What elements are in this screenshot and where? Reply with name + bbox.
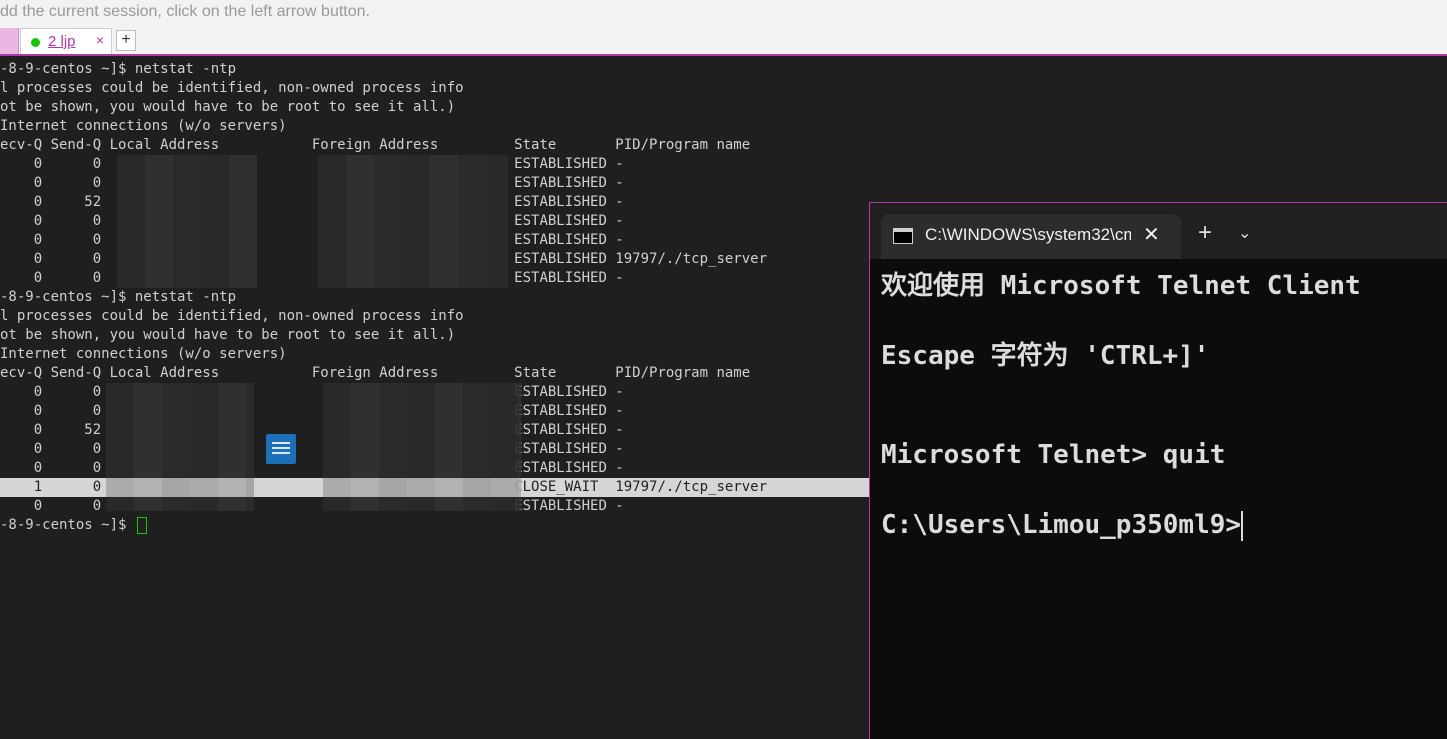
tab-bar: 2 ljp × + (0, 28, 1447, 56)
terminal-line: 0 0 ESTABLISHED - (0, 441, 624, 457)
redacted-foreign-address (323, 478, 521, 497)
terminal-line: 0 0 ESTABLISHED - (0, 232, 624, 248)
previous-tab-stub[interactable] (0, 28, 19, 54)
redacted-local-address (106, 497, 254, 511)
terminal-line: 0 52 ESTABLISHED - (0, 422, 624, 438)
session-hint-text: dd the current session, click on the lef… (0, 0, 1447, 28)
close-icon[interactable]: ✕ (1143, 222, 1160, 247)
terminal-line: 0 0 ESTABLISHED - (0, 403, 624, 419)
redacted-local-address (106, 478, 254, 497)
terminal-line: ot be shown, you would have to be root t… (0, 327, 456, 343)
terminal-line: ot be shown, you would have to be root t… (0, 99, 456, 115)
cmd-window[interactable]: C:\WINDOWS\system32\cmd.exe ✕ + ⌄ 欢迎使用 M… (869, 202, 1447, 739)
cmd-tab-bar: C:\WINDOWS\system32\cmd.exe ✕ + ⌄ (870, 203, 1447, 259)
terminal-cursor (136, 516, 147, 534)
redacted-foreign-address (323, 383, 521, 478)
terminal-prompt[interactable]: -8-9-centos ~]$ (0, 516, 147, 535)
terminal-line: -8-9-centos ~]$ netstat -ntp (0, 61, 237, 77)
console-line: 欢迎使用 Microsoft Telnet Client (881, 271, 1361, 301)
console-line: Escape 字符为 'CTRL+]' (881, 341, 1210, 371)
new-tab-icon[interactable]: + (1198, 219, 1212, 247)
console-line: Microsoft Telnet> quit (881, 440, 1226, 470)
terminal-line: 0 0 ESTABLISHED - (0, 175, 624, 191)
terminal-line: l processes could be identified, non-own… (0, 80, 464, 96)
terminal-line: -8-9-centos ~]$ netstat -ntp (0, 289, 237, 305)
notepad-icon[interactable] (266, 434, 296, 464)
cmd-tab-title: C:\WINDOWS\system32\cmd.exe (925, 225, 1131, 244)
terminal-line: 0 52 ESTABLISHED - (0, 194, 624, 210)
tab-label: 2 ljp (48, 33, 76, 50)
terminal-line: Internet connections (w/o servers) (0, 346, 287, 362)
console-cursor (1241, 510, 1244, 541)
terminal-line: Internet connections (w/o servers) (0, 118, 287, 134)
console-prompt[interactable]: C:\Users\Limou_p350ml9> (881, 510, 1244, 541)
terminal-line: 0 0 ESTABLISHED - (0, 498, 624, 514)
terminal-line: l processes could be identified, non-own… (0, 308, 464, 324)
new-tab-button[interactable]: + (116, 30, 136, 51)
terminal-line: 0 0 ESTABLISHED - (0, 213, 624, 229)
connected-status-icon (31, 38, 40, 47)
terminal-line: ecv-Q Send-Q Local Address Foreign Addre… (0, 137, 751, 153)
cmd-tab[interactable]: C:\WINDOWS\system32\cmd.exe ✕ (881, 214, 1181, 259)
redacted-local-address (117, 155, 257, 288)
close-tab-icon[interactable]: × (96, 32, 104, 48)
console-prompt-text: C:\Users\Limou_p350ml9> (881, 510, 1242, 540)
chevron-down-icon[interactable]: ⌄ (1238, 223, 1251, 243)
tab-session-2[interactable]: 2 ljp × (20, 28, 112, 54)
terminal-line: 0 0 ESTABLISHED - (0, 156, 624, 172)
redacted-foreign-address (318, 155, 508, 288)
redacted-foreign-address (323, 497, 521, 511)
redacted-local-address (106, 383, 254, 478)
command-prompt-icon (893, 228, 913, 244)
terminal-line: ecv-Q Send-Q Local Address Foreign Addre… (0, 365, 751, 381)
terminal-line: 0 0 ESTABLISHED - (0, 270, 624, 286)
prompt-text: -8-9-centos ~]$ (0, 517, 135, 533)
terminal-line: 0 0 ESTABLISHED - (0, 460, 624, 476)
terminal-line: 0 0 ESTABLISHED - (0, 384, 624, 400)
